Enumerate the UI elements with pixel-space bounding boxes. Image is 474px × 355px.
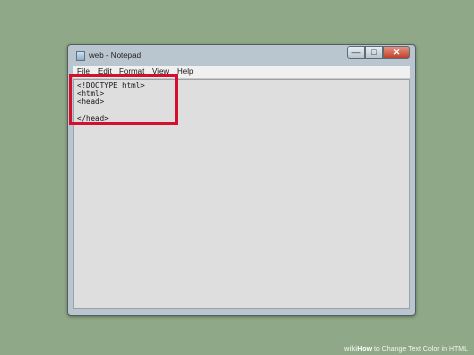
wikihow-brand: wiki	[344, 346, 358, 353]
menu-help[interactable]: Help	[177, 67, 193, 76]
notepad-app-icon	[76, 51, 85, 61]
wikihow-how: How	[357, 346, 373, 353]
minimize-button[interactable]: —	[347, 46, 365, 59]
article-title: to Change Text Color in HTML	[373, 346, 468, 353]
maximize-button[interactable]: □	[365, 46, 383, 59]
close-button[interactable]: ✕	[383, 46, 410, 59]
title-bar[interactable]: web - Notepad — □ ✕	[68, 45, 415, 65]
window-title: web - Notepad	[89, 51, 142, 60]
article-footer: wikiHow to Change Text Color in HTML	[344, 346, 468, 353]
highlight-box	[69, 74, 178, 125]
minimize-icon: —	[351, 47, 361, 57]
close-icon: ✕	[392, 47, 401, 57]
maximize-icon: □	[371, 47, 377, 57]
